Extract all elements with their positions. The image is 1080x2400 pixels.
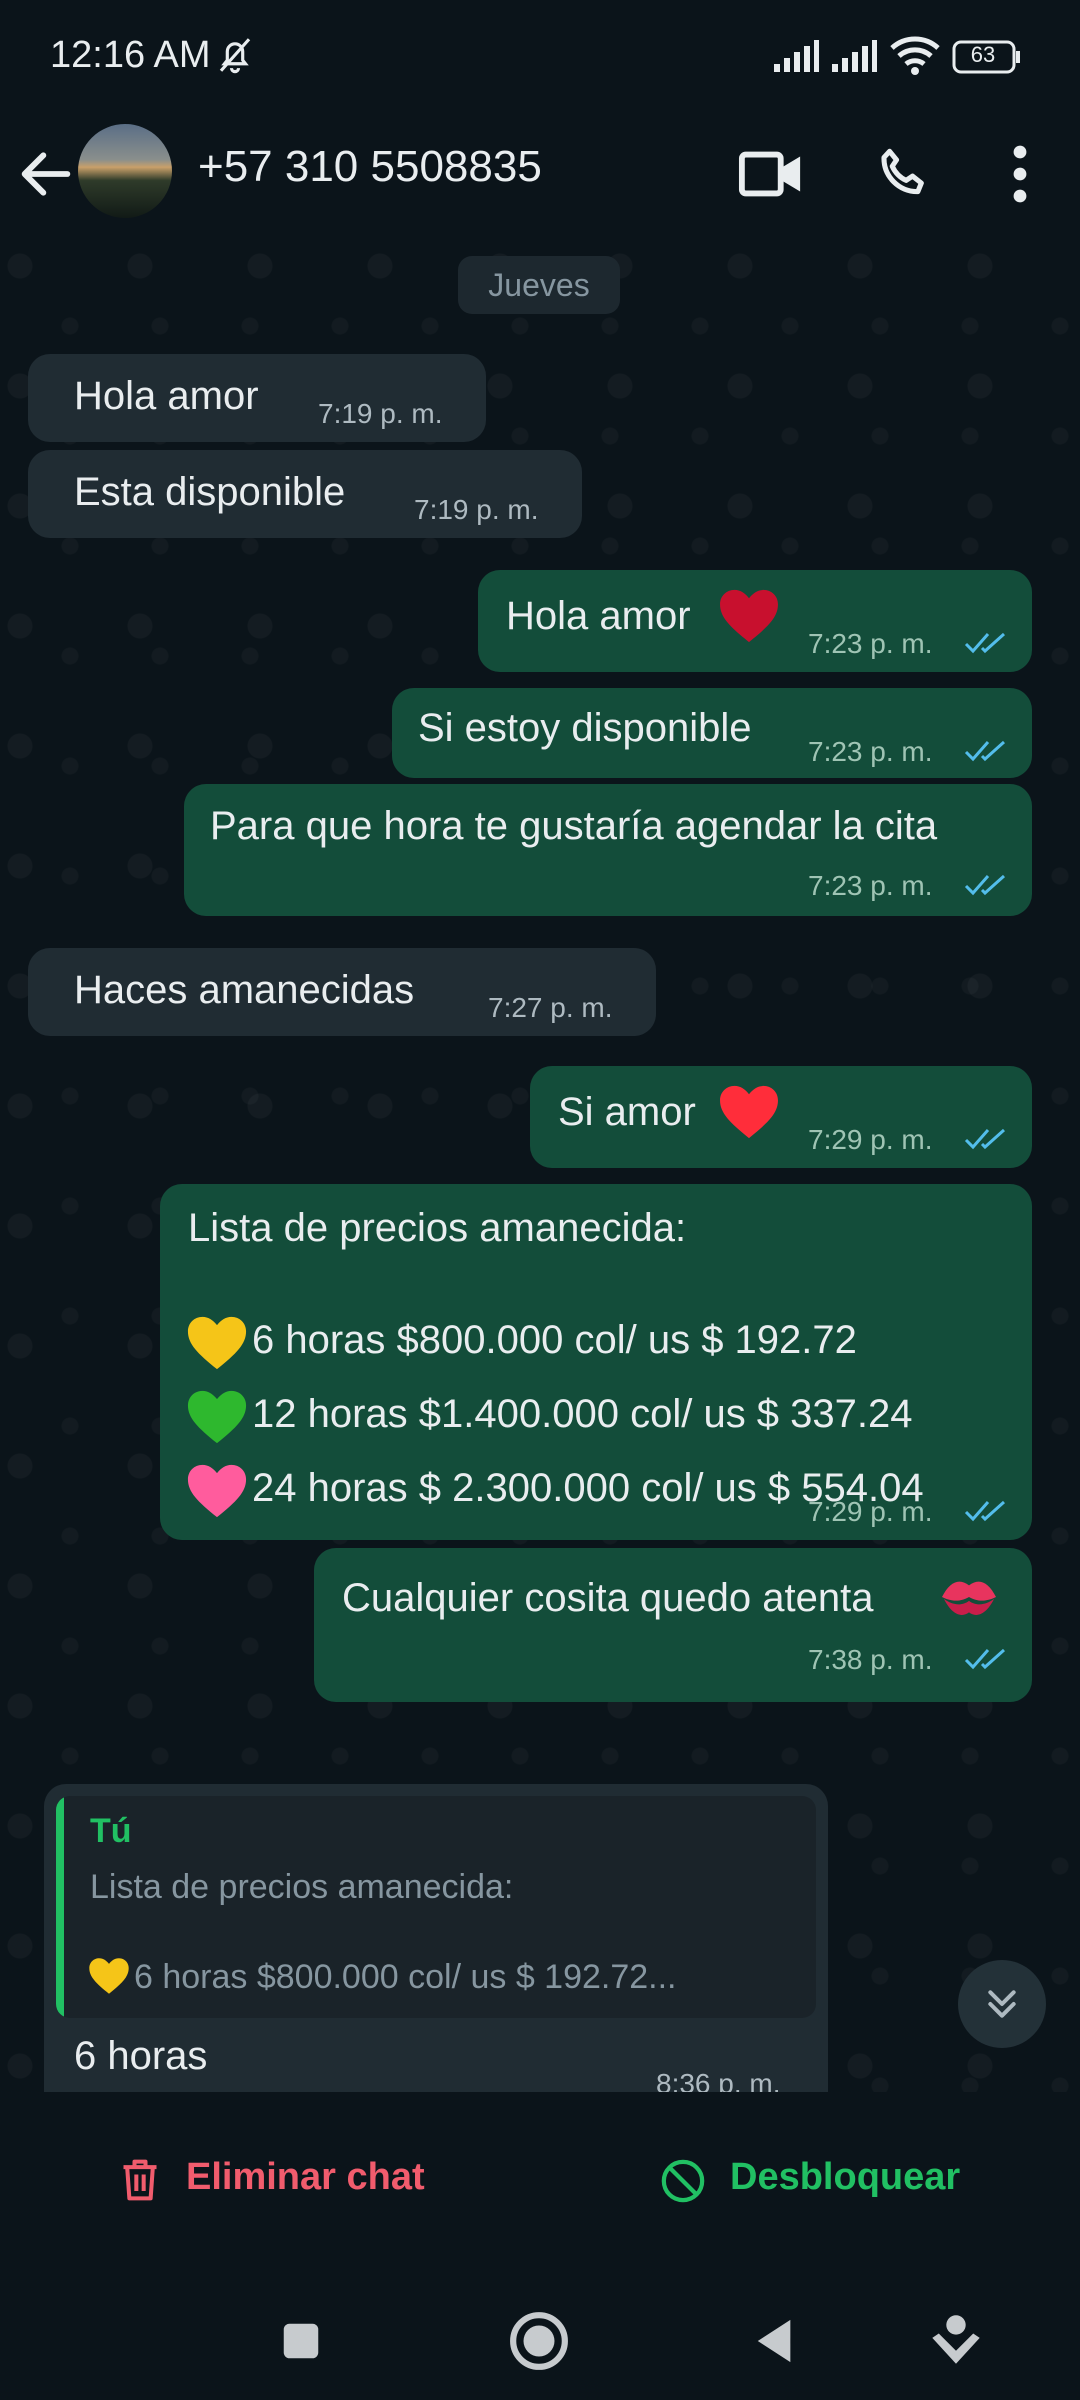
outgoing-message[interactable]: Lista de precios amanecida: 6 horas $800… [160, 1184, 1032, 1540]
more-options-icon[interactable] [1000, 142, 1040, 206]
read-receipt-icon [964, 740, 1006, 762]
message-time: 7:29 p. m. [808, 1496, 933, 1527]
status-bar: 12:16 AM 63 [0, 0, 1080, 118]
contact-name[interactable]: +57 310 5508835 [198, 142, 542, 192]
double-chevron-down-icon [988, 1990, 1016, 2018]
back-arrow-icon[interactable] [14, 142, 78, 206]
outgoing-message[interactable]: Si estoy disponible 7:23 p. m. [392, 688, 1032, 778]
message-time: 8:36 p. m. [656, 2068, 781, 2092]
status-time: 12:16 AM [50, 34, 211, 76]
blocked-contact-actions: Eliminar chat Desbloquear [0, 2092, 1080, 2272]
kiss-mark-emoji-icon [942, 1581, 996, 1615]
voice-call-icon[interactable] [872, 142, 936, 206]
read-receipt-icon [964, 1648, 1006, 1670]
date-divider: Jueves [458, 256, 620, 314]
read-receipt-icon [964, 632, 1006, 654]
red-heart-emoji-icon [720, 589, 778, 643]
unblock-label: Desbloquear [730, 2156, 961, 2198]
outgoing-message[interactable]: Hola amor 7:23 p. m. [478, 570, 1032, 672]
message-text: Para que hora te gustaría agendar la cit… [210, 804, 938, 848]
pink-heart-emoji-icon [187, 1464, 247, 1518]
red-heart-emoji-icon [720, 1085, 778, 1139]
message-time: 7:23 p. m. [808, 628, 933, 659]
message-time: 7:19 p. m. [414, 494, 539, 525]
system-navigation-bar [0, 2272, 1080, 2400]
block-icon [661, 2159, 705, 2203]
delete-chat-button[interactable]: Eliminar chat [110, 2142, 430, 2222]
outgoing-message[interactable]: Para que hora te gustaría agendar la cit… [184, 784, 1032, 916]
read-receipt-icon [964, 1500, 1006, 1522]
message-text: Si amor [558, 1090, 696, 1134]
read-receipt-icon [964, 1128, 1006, 1150]
yellow-heart-emoji-icon [187, 1316, 247, 1370]
incoming-message[interactable]: Hola amor 7:19 p. m. [28, 354, 486, 442]
recent-apps-icon[interactable] [278, 2318, 324, 2364]
scroll-to-bottom-button[interactable] [958, 1960, 1046, 2048]
battery-level: 63 [970, 42, 996, 67]
chat-header: +57 310 5508835 [0, 118, 1080, 247]
incoming-message[interactable]: Haces amanecidas 7:27 p. m. [28, 948, 656, 1036]
chat-area[interactable]: Jueves Hola amor 7:19 p. m. Esta disponi… [0, 246, 1080, 2092]
trash-icon [123, 2159, 157, 2201]
notifications-muted-icon [219, 38, 251, 74]
message-text: Hola amor [506, 594, 691, 638]
back-nav-icon[interactable] [752, 2316, 798, 2366]
message-time: 7:23 p. m. [808, 736, 933, 767]
quoted-message[interactable]: Tú Lista de precios amanecida: 6 horas $… [56, 1796, 816, 2018]
message-text: Haces amanecidas [74, 968, 415, 1012]
message-text: 6 horas [74, 2034, 208, 2078]
quote-bar [56, 1796, 64, 2018]
outgoing-message[interactable]: Cualquier cosita quedo atenta 7:38 p. m. [314, 1548, 1032, 1702]
incoming-message[interactable]: Esta disponible 7:19 p. m. [28, 450, 582, 538]
wifi-icon [890, 36, 940, 75]
unblock-button[interactable]: Desbloquear [656, 2142, 976, 2222]
quote-line: 6 horas $800.000 col/ us $ 192.72... [134, 1958, 677, 1996]
message-time: 7:27 p. m. [488, 992, 613, 1023]
cell-signal-1-icon [774, 40, 819, 72]
message-time: 7:19 p. m. [318, 398, 443, 429]
quote-author: Tú [90, 1812, 132, 1850]
message-text: Si estoy disponible [418, 706, 752, 750]
message-time: 7:38 p. m. [808, 1644, 933, 1675]
message-text: Cualquier cosita quedo atenta [342, 1576, 874, 1620]
contact-avatar[interactable] [78, 124, 172, 218]
message-time: 7:29 p. m. [808, 1124, 933, 1155]
assistant-icon[interactable] [930, 2312, 982, 2368]
message-text: Esta disponible [74, 470, 346, 514]
price-line: 6 horas $800.000 col/ us $ 192.72 [252, 1318, 857, 1362]
message-time: 7:23 p. m. [808, 870, 933, 901]
home-icon[interactable] [508, 2310, 570, 2372]
quote-title: Lista de precios amanecida: [90, 1868, 514, 1906]
outgoing-message[interactable]: Si amor 7:29 p. m. [530, 1066, 1032, 1168]
price-list-title: Lista de precios amanecida: [188, 1206, 687, 1250]
green-heart-emoji-icon [187, 1390, 247, 1444]
yellow-heart-emoji-icon [89, 1958, 129, 1994]
message-text: Hola amor [74, 374, 259, 418]
incoming-message[interactable]: Tú Lista de precios amanecida: 6 horas $… [44, 1784, 828, 2092]
price-line: 12 horas $1.400.000 col/ us $ 337.24 [252, 1392, 913, 1436]
video-call-icon[interactable] [738, 146, 804, 202]
delete-chat-label: Eliminar chat [186, 2156, 425, 2198]
read-receipt-icon [964, 874, 1006, 896]
cell-signal-2-icon [832, 40, 877, 72]
